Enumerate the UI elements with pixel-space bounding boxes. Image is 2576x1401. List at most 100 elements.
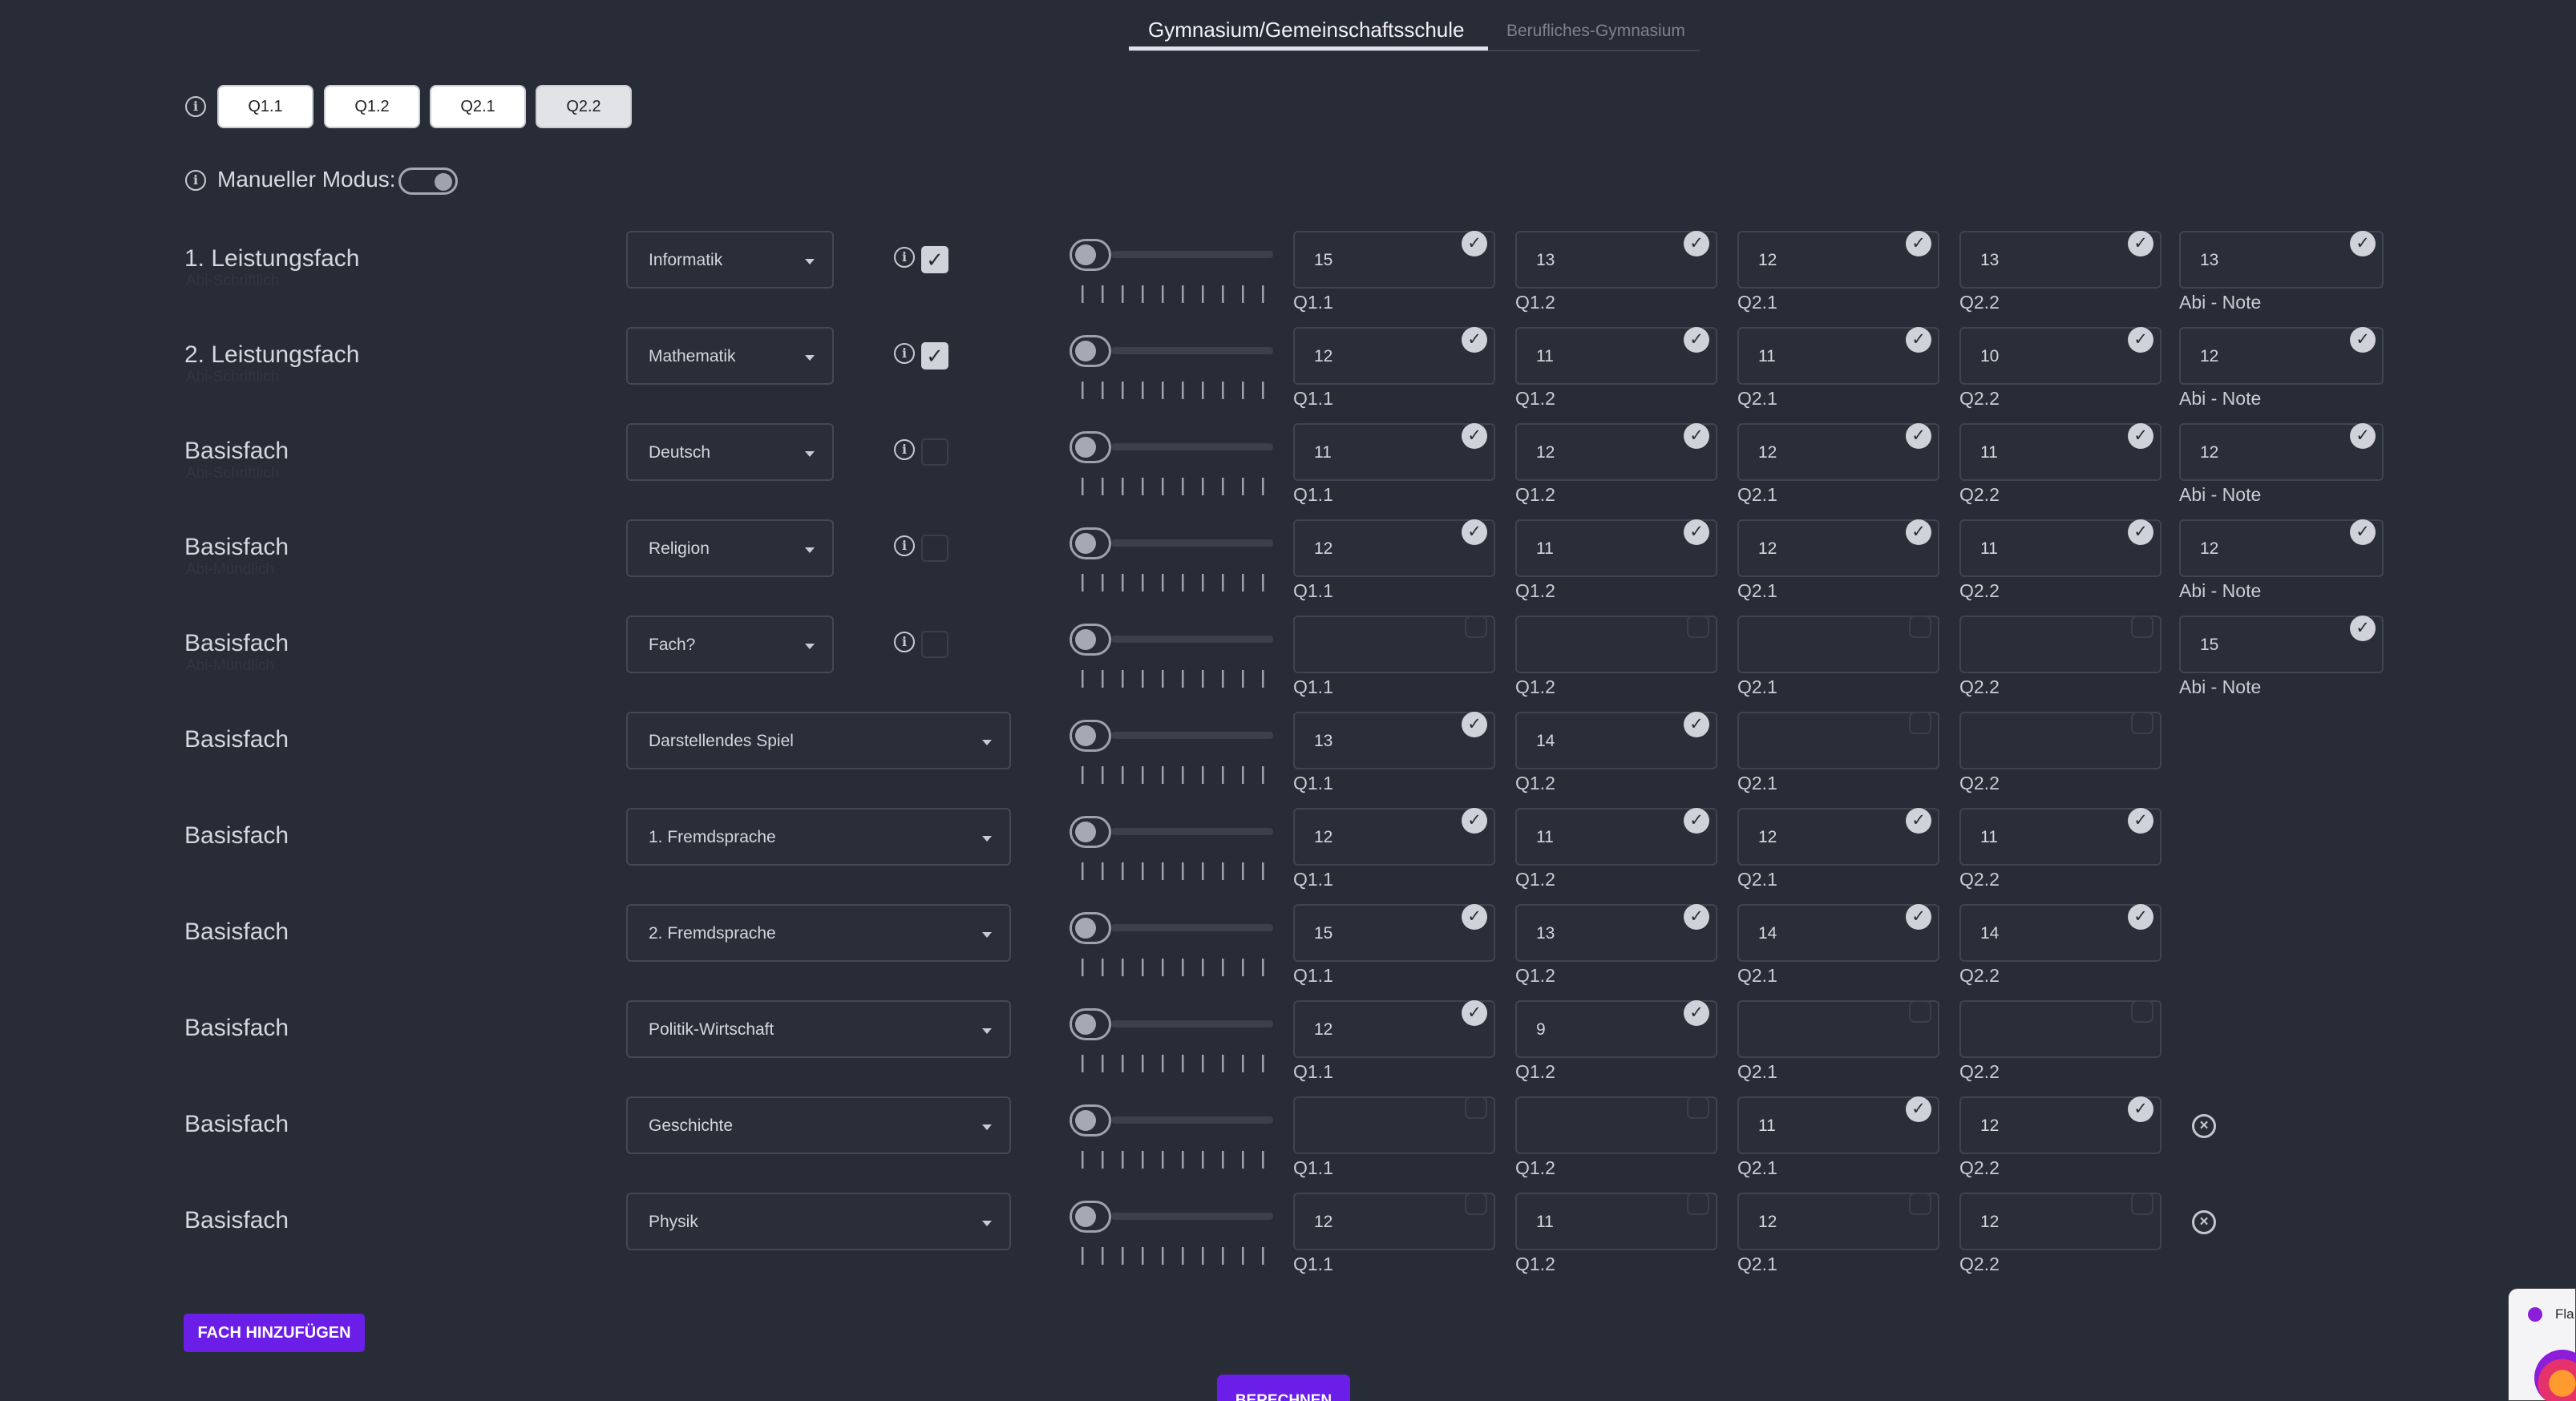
info-icon[interactable]: i: [894, 247, 915, 268]
weight-slider-track[interactable]: [1111, 1020, 1273, 1028]
grade-field-q11[interactable]: 12 ✓: [1293, 808, 1495, 866]
check-circle-icon[interactable]: ✓: [2128, 904, 2153, 930]
check-circle-icon[interactable]: ✓: [1684, 519, 1709, 545]
check-circle-icon[interactable]: ✓: [2350, 616, 2376, 641]
grade-field-q22[interactable]: 12 ✓: [1959, 1096, 2161, 1154]
weight-toggle[interactable]: [1070, 527, 1111, 559]
check-circle-icon[interactable]: ✓: [1906, 808, 1931, 834]
include-checkbox[interactable]: [1465, 1096, 1487, 1119]
semester-button-Q2-1[interactable]: Q2.1: [430, 85, 526, 128]
include-checkbox[interactable]: [1909, 712, 1931, 734]
semester-button-Q1-2[interactable]: Q1.2: [324, 85, 420, 128]
weight-slider-track[interactable]: [1111, 1213, 1273, 1220]
semester-button-Q2-2[interactable]: Q2.2: [536, 85, 632, 128]
check-circle-icon[interactable]: ✓: [1462, 904, 1487, 930]
include-checkbox[interactable]: [2131, 1000, 2153, 1023]
grade-field-q11[interactable]: [1293, 1096, 1495, 1154]
calculate-button[interactable]: BERECHNEN: [1217, 1375, 1350, 1401]
subject-select[interactable]: Religion: [626, 519, 834, 577]
info-icon[interactable]: i: [894, 343, 915, 364]
include-checkbox[interactable]: [1909, 1000, 1931, 1023]
weight-toggle[interactable]: [1070, 239, 1111, 271]
include-checkbox[interactable]: [2131, 712, 2153, 734]
remove-subject-icon[interactable]: ×: [2192, 1114, 2216, 1138]
subject-select[interactable]: Physik: [626, 1193, 1011, 1250]
grade-field-q22[interactable]: [1959, 1000, 2161, 1058]
grade-field-abi[interactable]: 12 ✓: [2179, 327, 2384, 385]
grade-field-q11[interactable]: 15 ✓: [1293, 904, 1495, 962]
grade-field-q11[interactable]: 12: [1293, 1193, 1495, 1250]
remove-subject-icon[interactable]: ×: [2192, 1210, 2216, 1234]
grade-field-q22[interactable]: [1959, 712, 2161, 769]
grade-field-q21[interactable]: 12 ✓: [1737, 423, 1939, 481]
grade-field-abi[interactable]: 12 ✓: [2179, 519, 2384, 577]
abi-written-checkbox[interactable]: ✓: [921, 342, 948, 369]
grade-field-q11[interactable]: [1293, 616, 1495, 673]
include-checkbox[interactable]: [1465, 1193, 1487, 1215]
grade-field-q12[interactable]: 11 ✓: [1515, 327, 1717, 385]
grade-field-q21[interactable]: [1737, 616, 1939, 673]
grade-field-q11[interactable]: 13 ✓: [1293, 712, 1495, 769]
info-icon[interactable]: i: [894, 439, 915, 460]
tab-gymnasium[interactable]: Gymnasium/Gemeinschaftsschule: [1148, 18, 1464, 42]
check-circle-icon[interactable]: ✓: [2128, 808, 2153, 834]
check-circle-icon[interactable]: ✓: [1906, 231, 1931, 256]
grade-field-q22[interactable]: 12: [1959, 1193, 2161, 1250]
subject-select[interactable]: Informatik: [626, 231, 834, 289]
grade-field-q11[interactable]: 12 ✓: [1293, 1000, 1495, 1058]
include-checkbox[interactable]: [2131, 616, 2153, 638]
check-circle-icon[interactable]: ✓: [1684, 231, 1709, 256]
grade-field-q12[interactable]: 11 ✓: [1515, 808, 1717, 866]
check-circle-icon[interactable]: ✓: [2128, 519, 2153, 545]
weight-toggle[interactable]: [1070, 720, 1111, 752]
info-icon[interactable]: i: [894, 535, 915, 556]
weight-toggle[interactable]: [1070, 431, 1111, 463]
weight-toggle[interactable]: [1070, 912, 1111, 944]
subject-select[interactable]: Fach?: [626, 616, 834, 673]
grade-field-q11[interactable]: 11 ✓: [1293, 423, 1495, 481]
check-circle-icon[interactable]: ✓: [1906, 519, 1931, 545]
grade-field-q12[interactable]: 11 ✓: [1515, 519, 1717, 577]
check-circle-icon[interactable]: ✓: [1462, 423, 1487, 449]
check-circle-icon[interactable]: ✓: [1906, 423, 1931, 449]
grade-field-q12[interactable]: 13 ✓: [1515, 231, 1717, 289]
subject-select[interactable]: 1. Fremdsprache: [626, 808, 1011, 866]
check-circle-icon[interactable]: ✓: [1684, 423, 1709, 449]
grade-field-q21[interactable]: 14 ✓: [1737, 904, 1939, 962]
weight-slider-track[interactable]: [1111, 443, 1273, 450]
check-circle-icon[interactable]: ✓: [2128, 327, 2153, 353]
grade-field-q22[interactable]: 11 ✓: [1959, 423, 2161, 481]
include-checkbox[interactable]: [1909, 1193, 1931, 1215]
tab-berufliches-gymnasium[interactable]: Berufliches-Gymnasium: [1506, 22, 1685, 41]
grade-field-abi[interactable]: 13 ✓: [2179, 231, 2384, 289]
grade-field-q21[interactable]: 12 ✓: [1737, 519, 1939, 577]
check-circle-icon[interactable]: ✓: [1462, 327, 1487, 353]
semester-button-Q1-1[interactable]: Q1.1: [217, 85, 313, 128]
weight-slider-track[interactable]: [1111, 828, 1273, 835]
check-circle-icon[interactable]: ✓: [1906, 904, 1931, 930]
check-circle-icon[interactable]: ✓: [1684, 904, 1709, 930]
include-checkbox[interactable]: [1909, 616, 1931, 638]
check-circle-icon[interactable]: ✓: [1906, 1096, 1931, 1122]
check-circle-icon[interactable]: ✓: [1684, 808, 1709, 834]
include-checkbox[interactable]: [1687, 1096, 1709, 1119]
grade-field-q21[interactable]: 12 ✓: [1737, 231, 1939, 289]
weight-slider-track[interactable]: [1111, 924, 1273, 931]
subject-select[interactable]: Politik-Wirtschaft: [626, 1000, 1011, 1058]
include-checkbox[interactable]: [1687, 616, 1709, 638]
info-icon-semester[interactable]: i: [185, 96, 206, 117]
weight-toggle[interactable]: [1070, 1104, 1111, 1137]
check-circle-icon[interactable]: ✓: [2128, 231, 2153, 256]
check-circle-icon[interactable]: ✓: [2350, 423, 2376, 449]
grade-field-q12[interactable]: 14 ✓: [1515, 712, 1717, 769]
weight-toggle[interactable]: [1070, 624, 1111, 656]
grade-field-abi[interactable]: 12 ✓: [2179, 423, 2384, 481]
info-icon[interactable]: i: [894, 632, 915, 652]
abi-written-checkbox[interactable]: [921, 535, 948, 562]
check-circle-icon[interactable]: ✓: [1462, 1000, 1487, 1026]
grade-field-q12[interactable]: 12 ✓: [1515, 423, 1717, 481]
check-circle-icon[interactable]: ✓: [1462, 231, 1487, 256]
grade-field-q12[interactable]: [1515, 1096, 1717, 1154]
check-circle-icon[interactable]: ✓: [2350, 231, 2376, 256]
check-circle-icon[interactable]: ✓: [1906, 327, 1931, 353]
